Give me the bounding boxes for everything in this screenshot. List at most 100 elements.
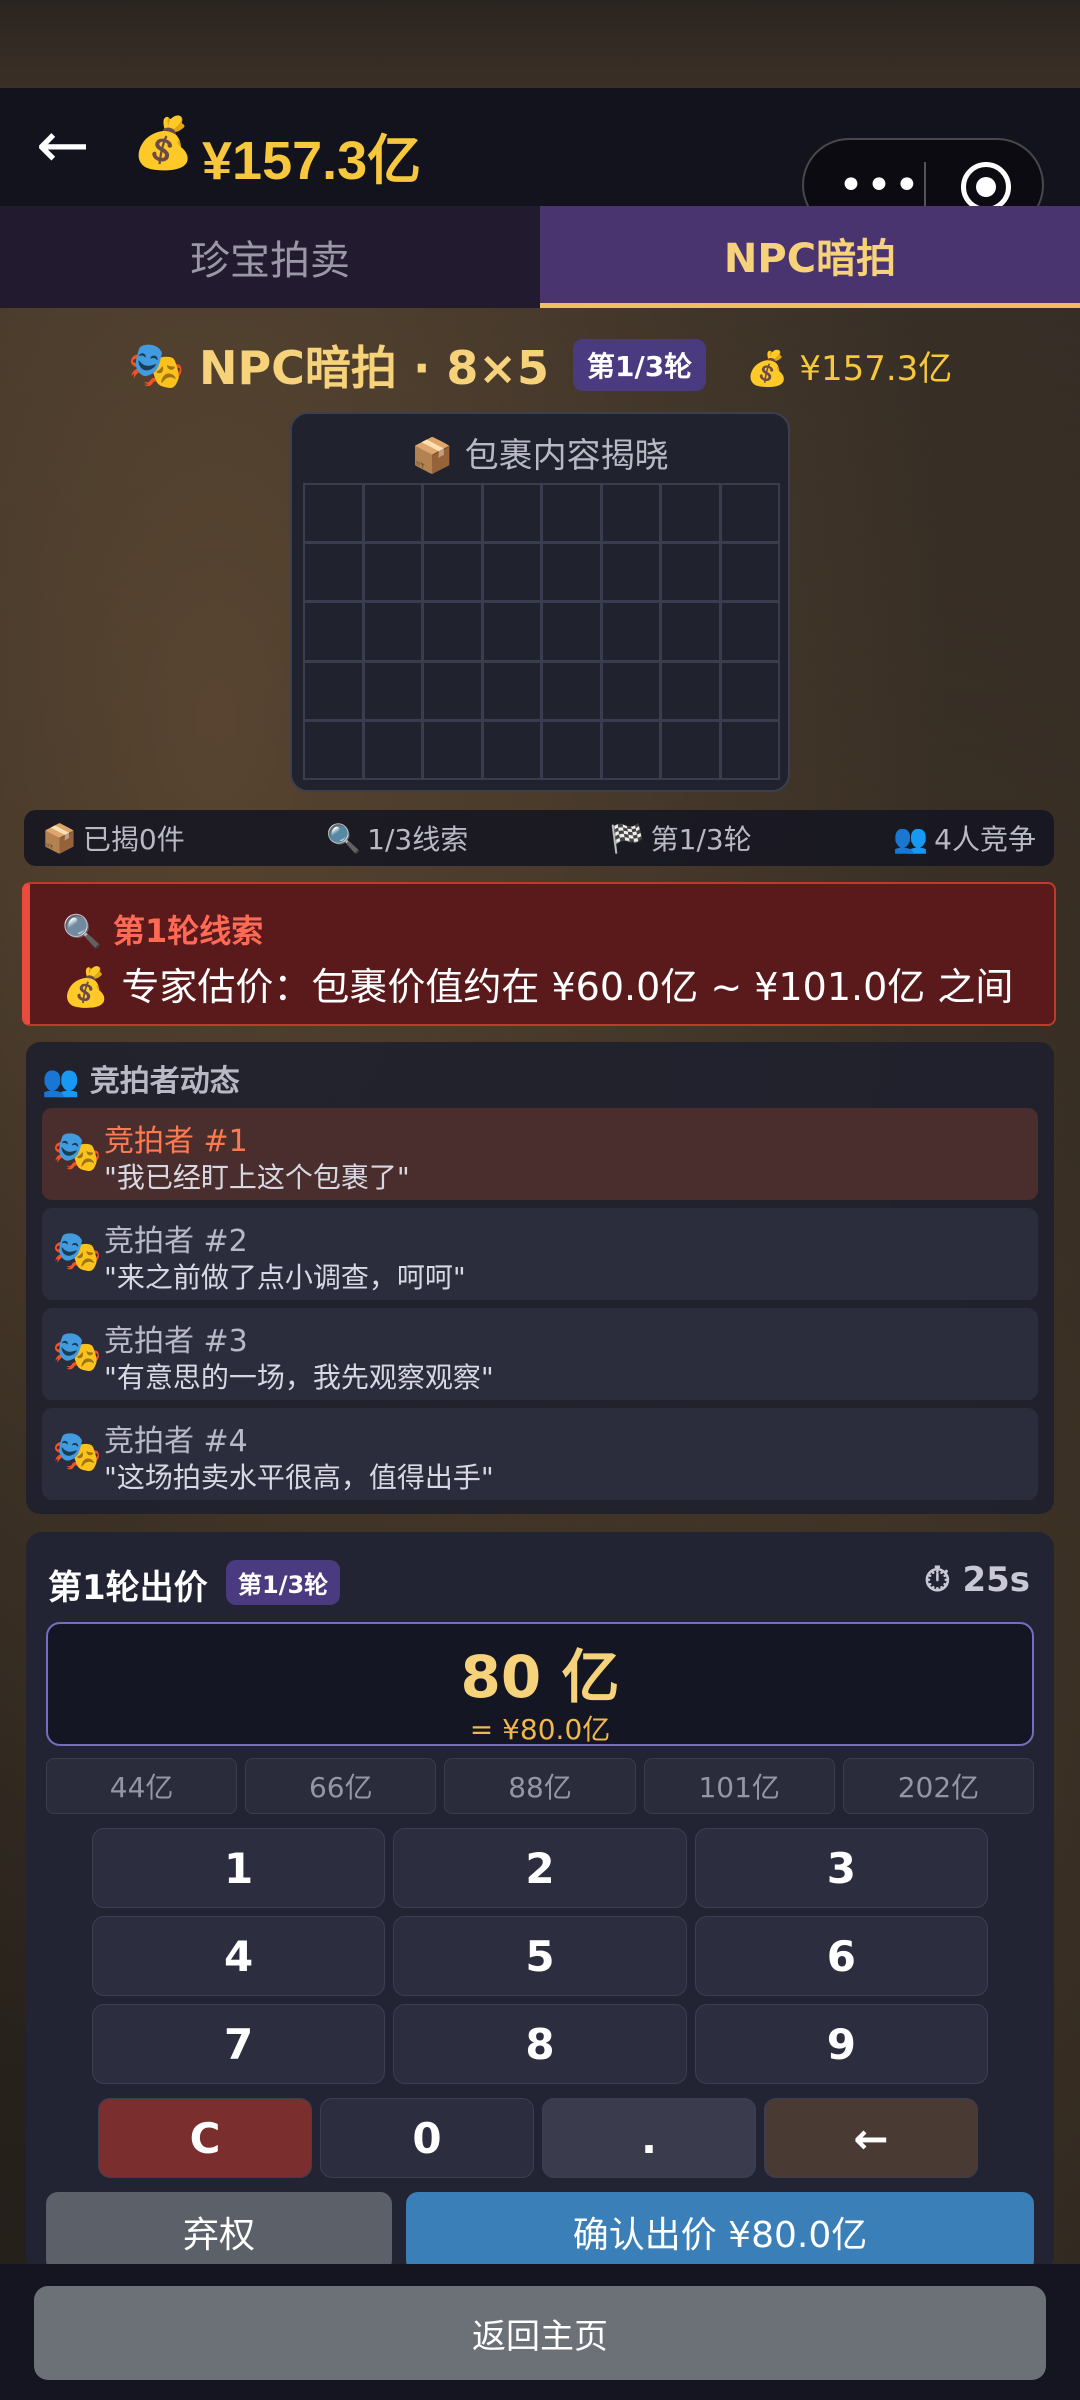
bid-title: 第1轮出价	[48, 1568, 208, 1608]
key-4[interactable]: 4	[92, 1916, 386, 1996]
checkered-flag-icon: 🏁	[609, 821, 645, 855]
bidder-quote: "来之前做了点小调查，呵呵"	[104, 1261, 466, 1294]
stat-clues-text: 1/3线索	[367, 823, 469, 856]
bidder-name: 竞拍者 #4	[104, 1424, 248, 1459]
more-icon[interactable]: •••	[838, 160, 922, 211]
quick-amount-row: 44亿 66亿 88亿 101亿 202亿	[46, 1758, 1035, 1814]
reveal-title-text: 包裹内容揭晓	[464, 436, 669, 476]
bidder-name: 竞拍者 #3	[104, 1324, 248, 1359]
package-icon: 📦	[411, 436, 454, 476]
clue-card: 🔍 第1轮线索 💰 专家估价：包裹价值约在 ¥60.0亿 ~ ¥101.0亿 之…	[22, 882, 1056, 1026]
grid-cell	[541, 660, 602, 721]
tab-npc-blind-auction[interactable]: NPC暗拍	[540, 206, 1080, 308]
grid-cell	[660, 542, 721, 603]
key-2[interactable]: 2	[393, 1828, 687, 1908]
countdown-timer: ⏱ 25s	[924, 1560, 1030, 1600]
grid-cell	[362, 542, 423, 603]
tab-treasure-auction[interactable]: 珍宝拍卖	[0, 206, 540, 308]
people-icon: 👥	[42, 1064, 80, 1099]
money-bag-icon: 💰	[132, 114, 195, 172]
theater-mask-icon: 🎭	[52, 1329, 102, 1375]
bidders-panel: 👥 竞拍者动态 🎭 竞拍者 #1 "我已经盯上这个包裹了" 🎭 竞拍者 #2 "…	[26, 1042, 1054, 1514]
grid-cell	[719, 660, 780, 721]
grid-cell	[660, 660, 721, 721]
grid-cell	[600, 660, 661, 721]
grid-cell	[303, 719, 364, 780]
grid-cell	[719, 483, 780, 544]
give-up-button[interactable]: 弃权	[46, 2192, 392, 2272]
key-9[interactable]: 9	[694, 2004, 988, 2084]
header-bar: ← 💰 ¥157.3亿 •••	[0, 88, 1080, 232]
key-7[interactable]: 7	[92, 2004, 386, 2084]
grid-cell	[660, 719, 721, 780]
title-money: 💰 ¥157.3亿	[746, 348, 953, 389]
key-6[interactable]: 6	[694, 1916, 988, 1996]
grid-cell	[303, 601, 364, 662]
key-5[interactable]: 5	[393, 1916, 687, 1996]
bid-amount: 80 亿	[460, 1643, 620, 1711]
key-3[interactable]: 3	[694, 1828, 988, 1908]
close-target-icon[interactable]	[961, 162, 1011, 212]
magnifier-icon: 🔍	[62, 912, 102, 950]
grid-cell	[362, 719, 423, 780]
grid-cell	[719, 542, 780, 603]
stats-bar: 📦 已揭0件 🔍 1/3线索 🏁 第1/3轮 👥 4人竞争	[24, 810, 1054, 866]
return-home-button[interactable]: 返回主页	[34, 2286, 1046, 2380]
decimal-button[interactable]: .	[542, 2098, 756, 2178]
clue-text: 💰 专家估价：包裹价值约在 ¥60.0亿 ~ ¥101.0亿 之间	[62, 956, 1013, 1011]
grid-cell	[362, 601, 423, 662]
reveal-title: 📦 包裹内容揭晓	[292, 428, 788, 477]
key-8[interactable]: 8	[393, 2004, 687, 2084]
clue-text-value: 专家估价：包裹价值约在 ¥60.0亿 ~ ¥101.0亿 之间	[121, 965, 1014, 1009]
key-0[interactable]: 0	[320, 2098, 534, 2178]
quick-amount-button[interactable]: 202亿	[842, 1758, 1035, 1814]
theater-mask-icon: 🎭	[52, 1129, 102, 1175]
top-background	[0, 0, 1080, 88]
grid-cell	[303, 542, 364, 603]
bidders-title: 👥 竞拍者动态	[42, 1056, 240, 1100]
theater-mask-icon: 🎭	[52, 1429, 102, 1475]
grid-cell	[660, 483, 721, 544]
quick-amount-button[interactable]: 66亿	[245, 1758, 437, 1814]
grid-cell	[600, 483, 661, 544]
grid-cell	[600, 542, 661, 603]
grid-cell	[362, 483, 423, 544]
grid-cell	[422, 483, 483, 544]
grid-cell	[541, 719, 602, 780]
keypad-bottom-row: C 0 . ←	[98, 2098, 978, 2178]
bidder-item: 🎭 竞拍者 #3 "有意思的一场，我先观察观察"	[42, 1308, 1038, 1400]
bidder-quote: "我已经盯上这个包裹了"	[104, 1161, 410, 1194]
footer-bar: 返回主页	[0, 2264, 1080, 2400]
grid-cell	[541, 542, 602, 603]
quick-amount-button[interactable]: 88亿	[444, 1758, 636, 1814]
stat-competitors-text: 4人竞争	[934, 823, 1036, 856]
capsule-divider	[924, 162, 926, 212]
auction-title-bar: 🎭 NPC暗拍 · 8×5 第1/3轮 💰 ¥157.3亿	[0, 330, 1080, 400]
title-money-value: ¥157.3亿	[799, 348, 953, 389]
grid-cell	[660, 601, 721, 662]
bidder-quote: "这场拍卖水平很高，值得出手"	[104, 1461, 494, 1494]
back-arrow-icon[interactable]: ←	[36, 114, 116, 178]
bidders-title-text: 竞拍者动态	[89, 1064, 240, 1099]
bidder-name: 竞拍者 #2	[104, 1224, 248, 1259]
bidder-item: 🎭 竞拍者 #1 "我已经盯上这个包裹了"	[42, 1108, 1038, 1200]
clear-button[interactable]: C	[98, 2098, 312, 2178]
grid-cell	[481, 483, 542, 544]
confirm-bid-button[interactable]: 确认出价 ¥80.0亿	[406, 2192, 1034, 2272]
key-1[interactable]: 1	[92, 1828, 386, 1908]
package-icon: 📦	[42, 821, 77, 855]
quick-amount-button[interactable]: 101亿	[643, 1758, 835, 1814]
bid-actions: 弃权 确认出价 ¥80.0亿	[46, 2192, 1034, 2272]
grid-cell	[719, 719, 780, 780]
quick-amount-button[interactable]: 44亿	[46, 1758, 238, 1814]
grid-cell	[422, 601, 483, 662]
stat-competitors: 👥 4人竞争	[893, 818, 1036, 858]
backspace-button[interactable]: ←	[764, 2098, 978, 2178]
bidder-name: 竞拍者 #1	[104, 1124, 248, 1159]
package-grid	[303, 483, 780, 780]
grid-cell	[541, 483, 602, 544]
clue-title: 🔍 第1轮线索	[62, 906, 263, 952]
number-keypad: 1 2 3 4 5 6 7 8 9	[92, 1828, 988, 2084]
people-icon: 👥	[893, 821, 929, 855]
tab-bar: 珍宝拍卖 NPC暗拍	[0, 206, 1080, 308]
